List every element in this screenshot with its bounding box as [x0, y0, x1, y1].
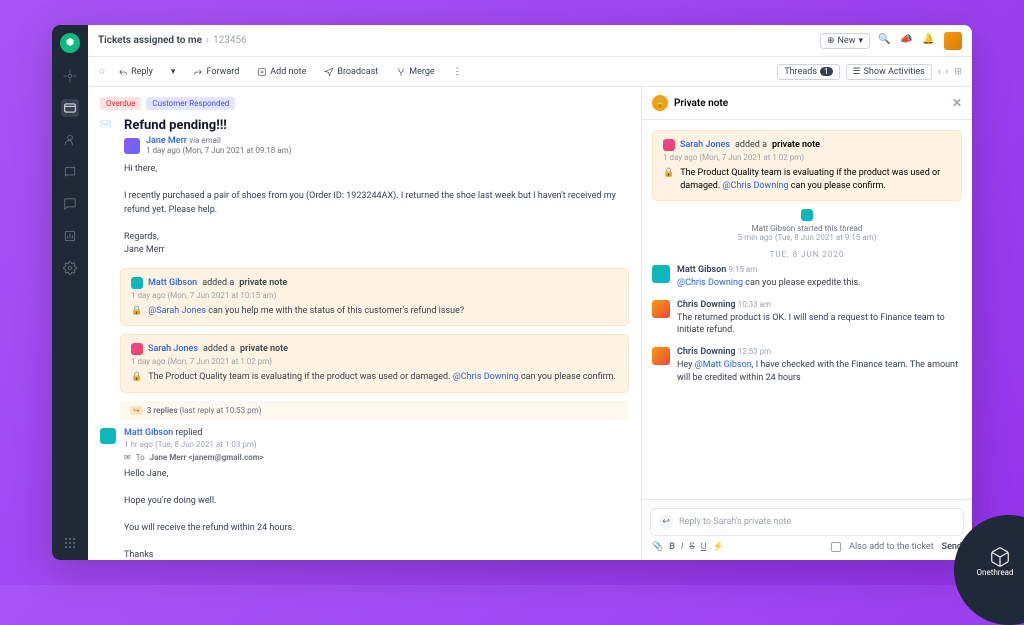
contacts-icon[interactable] [61, 131, 79, 149]
bold-icon[interactable]: B [669, 542, 675, 552]
new-button[interactable]: ⊕ New ▾ [820, 33, 870, 49]
insert-icon[interactable]: ⚡ [713, 542, 724, 552]
underline-icon[interactable]: U [701, 542, 707, 552]
panel-title: Private note [674, 98, 728, 109]
avatar [124, 138, 140, 154]
search-icon[interactable]: 🔍 [878, 34, 892, 48]
lock-icon: 🔒 [663, 167, 674, 192]
lock-icon: 🔒 [652, 95, 668, 111]
announcement-icon[interactable]: 📣 [900, 34, 914, 48]
reply-dropdown[interactable]: ▾ [165, 64, 182, 80]
italic-icon[interactable]: I [681, 542, 683, 552]
avatar [652, 265, 670, 283]
topbar: Tickets assigned to me › 123456 ⊕ New ▾ … [88, 25, 972, 57]
avatar [652, 300, 670, 318]
reply-1: Matt Gibson replied 1 hr ago (Tue, 8 Jun… [100, 428, 629, 560]
conversation-column: Overdue Customer Responded ✉️ Refund pen… [88, 87, 642, 560]
sidebar: ⬢ [52, 25, 88, 560]
next-icon[interactable]: › [945, 65, 948, 78]
prev-icon[interactable]: ‹ [938, 65, 941, 78]
ticket-time: 1 day ago (Mon, 7 Jun 2021 at 09:18 am) [146, 146, 291, 155]
panel-note: Sarah Jones added a private note 1 day a… [652, 130, 962, 201]
user-avatar[interactable] [944, 32, 962, 50]
tag-overdue[interactable]: Overdue [100, 97, 141, 110]
avatar [131, 343, 143, 355]
avatar [131, 277, 143, 289]
ticket-title: Refund pending!!! [124, 118, 629, 133]
private-note-1: Matt Gibson added a private note 1 day a… [120, 268, 629, 327]
thread-message: Chris Downing 12:53 pm Hey @Matt Gibson,… [652, 347, 962, 384]
reports-icon[interactable] [61, 227, 79, 245]
reply-input[interactable]: ↩ Reply to Sarah's private note [650, 508, 964, 536]
attach-icon[interactable]: 📎 [652, 542, 663, 552]
reply-chip: ↩ [659, 515, 673, 529]
main-area: Tickets assigned to me › 123456 ⊕ New ▾ … [88, 25, 972, 560]
also-add-checkbox[interactable] [831, 542, 841, 552]
notification-icon[interactable]: 🔔 [922, 34, 936, 48]
mail-icon: ✉️ [100, 120, 116, 136]
more-icon[interactable]: ⋮ [447, 64, 468, 80]
tag-responded[interactable]: Customer Responded [146, 97, 235, 110]
apps-icon[interactable] [61, 534, 79, 552]
threads-button[interactable]: Threads1 [777, 64, 839, 80]
star-icon[interactable]: ☆ [98, 67, 106, 77]
reply-button[interactable]: Reply [112, 64, 159, 80]
add-note-button[interactable]: Add note [251, 64, 312, 80]
also-add-label[interactable]: Also add to the ticket [849, 542, 934, 552]
thread-message: Chris Downing 10:33 am The returned prod… [652, 300, 962, 337]
forward-button[interactable]: Forward [187, 64, 245, 80]
message-body: Hi there, I recently purchased a pair of… [124, 163, 629, 258]
app-logo[interactable]: ⬢ [60, 33, 80, 53]
thread-panel: 🔒 Private note ✕ Sarah Jones added a pri… [642, 87, 972, 560]
breadcrumb-sep: › [206, 35, 209, 46]
composer-toolbar: 📎 B I S U ⚡ Also add to the ticket Send [650, 536, 964, 552]
settings-icon[interactable] [61, 259, 79, 277]
ticket-toolbar: ☆ Reply ▾ Forward Add note Broadcast Mer… [88, 57, 972, 87]
panel-body: Sarah Jones added a private note 1 day a… [642, 120, 972, 499]
private-note-2: Sarah Jones added a private note 1 day a… [120, 334, 629, 393]
dashboard-icon[interactable] [61, 67, 79, 85]
knowledge-icon[interactable] [61, 163, 79, 181]
replies-summary[interactable]: ↪3 replies 3 replies (last reply at 10:5… [120, 401, 629, 420]
thread-started: Matt Gibson started this thread 5 min ag… [652, 209, 962, 242]
composer: ↩ Reply to Sarah's private note 📎 B I S … [642, 499, 972, 560]
lock-icon: 🔒 [131, 371, 142, 384]
avatar [100, 428, 116, 444]
date-separator: Tue, 8 Jun 2020 [652, 250, 962, 259]
content: Overdue Customer Responded ✉️ Refund pen… [88, 87, 972, 560]
avatar [663, 139, 675, 151]
tickets-icon[interactable] [61, 99, 79, 117]
breadcrumb-id: 123456 [213, 35, 247, 46]
strike-icon[interactable]: S [689, 542, 694, 552]
close-icon[interactable]: ✕ [952, 96, 962, 110]
thread-message: Matt Gibson 9:15 am @Chris Downing can y… [652, 265, 962, 290]
chat-icon[interactable] [61, 195, 79, 213]
broadcast-button[interactable]: Broadcast [318, 64, 384, 80]
show-activities-button[interactable]: ☰ Show Activities [846, 64, 932, 80]
merge-button[interactable]: Merge [390, 64, 440, 80]
avatar [801, 209, 813, 221]
sender-name[interactable]: Jane Merr [146, 136, 187, 146]
panel-header: 🔒 Private note ✕ [642, 87, 972, 120]
expand-icon[interactable]: ⊞ [954, 67, 962, 77]
avatar [652, 347, 670, 365]
lock-icon: 🔒 [131, 305, 142, 318]
mail-icon: ✉ [124, 453, 131, 462]
app-window: ⬢ Tickets assigned to me › 123456 ⊕ New … [52, 25, 972, 560]
breadcrumb-root[interactable]: Tickets assigned to me [98, 35, 202, 46]
